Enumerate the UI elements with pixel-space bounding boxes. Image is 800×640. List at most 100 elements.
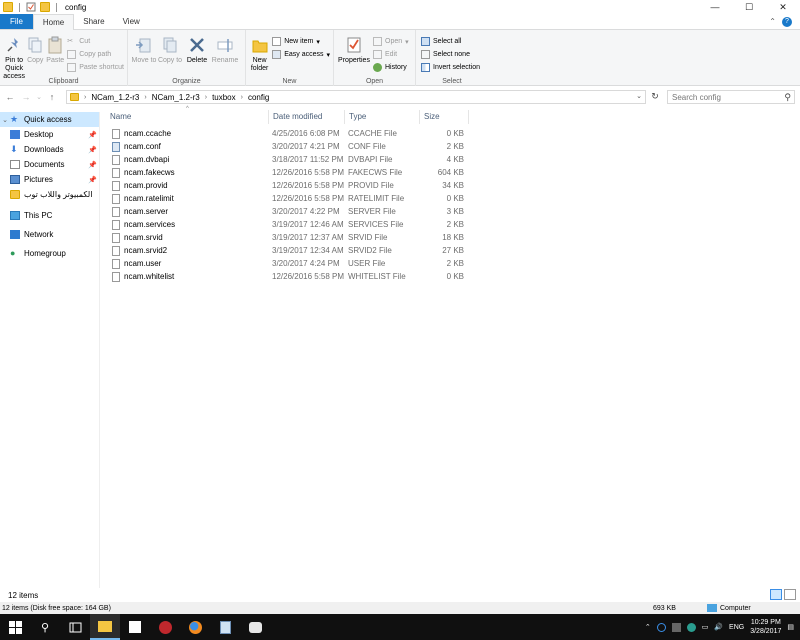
table-row[interactable]: ncam.srvid 3/19/2017 12:37 AM SRVID File 18… [104,232,474,245]
details-view-icon[interactable] [770,589,782,600]
tab-file[interactable]: File [0,14,33,29]
column-divider[interactable] [419,110,420,124]
network-icon[interactable]: ▭ [702,623,709,631]
language-indicator[interactable]: ENG [729,624,744,631]
tab-share[interactable]: Share [74,14,113,29]
breadcrumb-item[interactable]: tuxbox [212,93,236,102]
chevron-down-icon[interactable]: ⌄ [636,92,642,100]
select-none-button[interactable]: Select none [421,49,480,60]
recent-locations-chevron-icon[interactable]: ⌄ [34,93,44,101]
easy-access-button[interactable]: Easy access ▾ [272,49,330,60]
tab-view[interactable]: View [114,14,149,29]
close-button[interactable]: ✕ [766,0,800,14]
palette-icon [248,621,262,633]
table-row[interactable]: ncam.srvid2 3/19/2017 12:34 AM SRVID2 File… [104,245,474,258]
chevron-down-icon[interactable]: ⌄ [0,116,10,124]
app-red-icon[interactable] [150,614,180,640]
tab-home[interactable]: Home [32,14,75,30]
clock[interactable]: 10:29 PM 3/28/2017 [750,618,781,636]
nav-quick-access[interactable]: ⌄ ★ Quick access [0,112,99,127]
nav-network[interactable]: Network [0,227,99,242]
new-item-button[interactable]: New item ▾ [272,36,330,47]
pictures-icon [10,175,20,184]
column-header-size[interactable]: Size [424,112,440,121]
tray-app-icon[interactable] [656,622,666,632]
column-divider[interactable] [268,110,269,124]
tray-app-icon[interactable] [671,622,681,632]
nav-pictures[interactable]: Pictures 📌 [0,172,99,187]
invert-selection-button[interactable]: Invert selection [421,62,480,73]
store-icon[interactable] [120,614,150,640]
table-row[interactable]: ncam.provid 12/26/2016 5:58 PM PROVID File… [104,180,474,193]
select-all-button[interactable]: Select all [421,36,480,47]
chevron-right-icon[interactable]: › [205,94,207,101]
chevron-right-icon[interactable]: › [241,94,243,101]
windows-start-icon[interactable] [0,614,30,640]
breadcrumb-item[interactable]: NCam_1.2-r3 [91,93,139,102]
history-label: History [385,64,407,71]
column-divider[interactable] [344,110,345,124]
firefox-icon[interactable] [180,614,210,640]
open-button[interactable]: Open ▾ [373,36,409,47]
column-divider[interactable] [468,110,469,124]
properties-icon[interactable] [26,2,36,12]
show-hidden-icons-icon[interactable]: ⌃ [645,623,651,631]
table-row[interactable]: ncam.fakecws 12/26/2016 5:58 PM FAKECWS Fi… [104,167,474,180]
table-row[interactable]: ncam.ccache 4/25/2016 6:08 PM CCACHE File 0… [104,128,474,141]
table-row[interactable]: ncam.server 3/20/2017 4:22 PM SERVER File 3… [104,206,474,219]
nav-desktop[interactable]: Desktop 📌 [0,127,99,142]
history-icon [373,63,382,72]
breadcrumb-item[interactable]: NCam_1.2-r3 [152,93,200,102]
nav-this-pc[interactable]: This PC [0,208,99,223]
volume-icon[interactable]: 🔊 [714,623,723,631]
folder-icon[interactable] [3,2,13,12]
edit-button[interactable]: Edit [373,49,409,60]
file-explorer-taskbar-icon[interactable] [90,614,120,640]
nav-documents[interactable]: Documents 📌 [0,157,99,172]
history-button[interactable]: History [373,62,409,73]
task-view-icon[interactable] [60,614,90,640]
chevron-right-icon[interactable]: › [84,94,86,101]
copy-path-button[interactable]: Copy path [67,49,124,60]
nav-homegroup[interactable]: ● Homegroup [0,246,99,261]
minimize-button[interactable]: — [698,0,732,14]
search-icon[interactable]: ⚲ [30,614,60,640]
up-arrow-icon[interactable]: ↑ [44,92,60,102]
paste-shortcut-icon [67,63,77,72]
file-name: ncam.srvid [124,233,163,242]
clock-time: 10:29 PM [750,619,781,626]
paste-shortcut-button[interactable]: Paste shortcut [67,62,124,73]
table-row[interactable]: ncam.user 3/20/2017 4:24 PM USER File 2 KB [104,258,474,271]
nav-downloads[interactable]: ⬇ Downloads 📌 [0,142,99,157]
forward-arrow-icon[interactable]: → [18,92,34,102]
table-row[interactable]: ncam.ratelimit 12/26/2016 5:58 PM RATELIMI… [104,193,474,206]
table-row[interactable]: ncam.dvbapi 3/18/2017 11:52 PM DVBAPI File… [104,154,474,167]
address-bar[interactable]: › NCam_1.2-r3 › NCam_1.2-r3 › tuxbox › c… [66,90,646,104]
cut-button[interactable]: ✂ Cut [67,36,124,47]
action-center-icon[interactable]: ▤ [787,623,794,631]
file-type: CCACHE File [348,129,397,138]
maximize-button[interactable]: ☐ [732,0,766,14]
back-arrow-icon[interactable]: ← [2,92,18,102]
refresh-icon[interactable]: ↻ [648,91,662,103]
column-header-name[interactable]: Name [110,112,131,121]
notepad-icon[interactable] [210,614,240,640]
new-folder-icon[interactable] [40,2,50,12]
column-header-date[interactable]: Date modified [273,112,322,121]
search-input[interactable]: Search config ⚲ [667,90,795,104]
chevron-up-icon[interactable]: ⌃ [769,17,776,26]
paint-icon[interactable] [240,614,270,640]
large-icons-view-icon[interactable] [784,589,796,600]
tray-app-icon[interactable] [686,622,696,632]
table-row[interactable]: ncam.services 3/19/2017 12:46 AM SERVICES … [104,219,474,232]
help-icon[interactable]: ? [782,16,792,27]
search-icon[interactable]: ⚲ [784,92,791,103]
column-header-type[interactable]: Type [349,112,366,121]
breadcrumb-item[interactable]: config [248,93,269,102]
table-row[interactable]: ncam.whitelist 12/26/2016 5:58 PM WHITELIS… [104,271,474,284]
nav-arabic-folder[interactable]: الكمبيوتر واللاب توب [0,187,99,202]
title-bar: config — ☐ ✕ [0,0,800,14]
chevron-right-icon[interactable]: › [144,94,146,101]
table-row[interactable]: ncam.conf 3/20/2017 4:21 PM CONF File 2 KB [104,141,474,154]
folder-icon [98,620,112,632]
